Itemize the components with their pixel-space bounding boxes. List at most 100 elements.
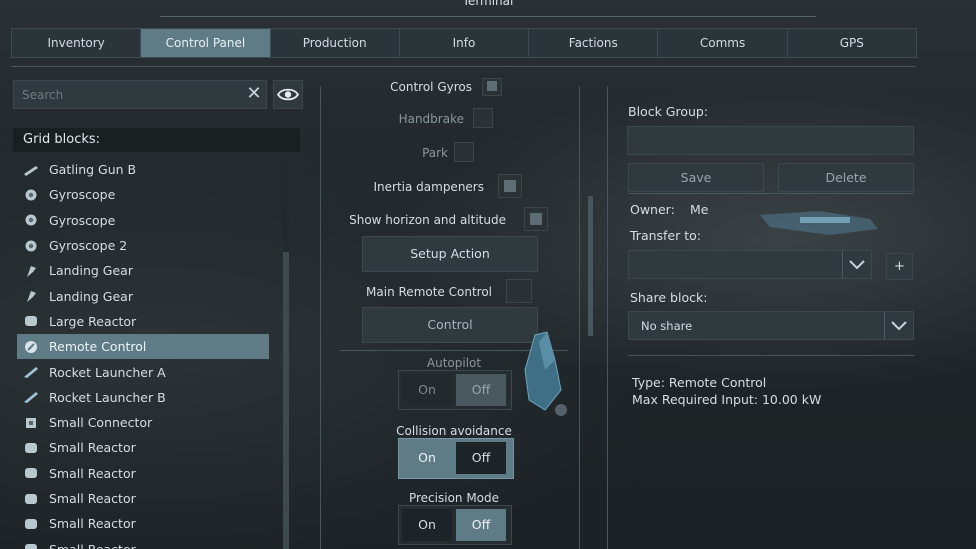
tab-inventory[interactable]: Inventory — [12, 29, 142, 57]
grid-block-item[interactable]: Rocket Launcher A — [17, 359, 269, 384]
collision-avoidance-toggle: On Off — [398, 438, 514, 479]
reactor-icon — [25, 544, 37, 549]
grid-block-label: Rocket Launcher B — [49, 389, 166, 405]
grid-block-label: Landing Gear — [49, 263, 133, 279]
block-group-label: Block Group: — [628, 104, 709, 119]
grid-block-label: Small Reactor — [49, 542, 136, 549]
grid-block-item[interactable]: Small Reactor — [17, 435, 269, 460]
grid-block-label: Large Reactor — [49, 313, 137, 329]
handbrake-label: Handbrake — [398, 112, 464, 126]
grid-block-item[interactable]: Gyroscope 2 — [17, 233, 269, 258]
autopilot-off-button[interactable]: Off — [456, 374, 506, 406]
search-input[interactable] — [14, 81, 237, 108]
grid-block-item[interactable]: Small Reactor — [17, 486, 269, 511]
grid-block-label: Gyroscope — [49, 187, 116, 203]
grid-block-label: Landing Gear — [49, 288, 133, 304]
grid-block-item[interactable]: Landing Gear — [17, 283, 269, 308]
block-type-text: Type: Remote Control — [632, 375, 767, 390]
grid-block-item[interactable]: Gyroscope — [17, 208, 269, 233]
grid-block-item[interactable]: Landing Gear — [17, 258, 269, 283]
show-horizon-label: Show horizon and altitude — [349, 213, 506, 227]
inertia-dampeners-checkbox[interactable] — [498, 174, 522, 198]
precision-mode-toggle: On Off — [398, 505, 512, 545]
grid-block-item[interactable]: Remote Control — [17, 334, 269, 360]
delete-button[interactable]: Delete — [778, 163, 914, 192]
grid-block-item[interactable]: Small Connector — [17, 410, 269, 435]
tab-bar: Inventory Control Panel Production Info … — [11, 28, 917, 58]
precision-off-button[interactable]: Off — [456, 509, 506, 541]
save-button[interactable]: Save — [628, 163, 764, 192]
tabs-divider — [11, 66, 915, 67]
gyroscope-icon — [25, 189, 37, 201]
rocket-icon — [24, 367, 38, 379]
grid-block-label: Remote Control — [49, 339, 147, 355]
share-block-dropdown[interactable]: No share — [628, 311, 914, 340]
right-panel-border — [607, 86, 608, 549]
add-transfer-button[interactable]: + — [886, 253, 913, 280]
tab-factions[interactable]: Factions — [529, 29, 659, 57]
window-title: Terminal — [462, 0, 514, 8]
grid-block-label: Small Reactor — [49, 516, 136, 532]
main-remote-control-label: Main Remote Control — [366, 285, 492, 299]
control-button[interactable]: Control — [362, 307, 538, 343]
tab-gps[interactable]: GPS — [788, 29, 916, 57]
grid-block-label: Small Reactor — [49, 440, 136, 456]
grid-block-item[interactable]: Small Reactor — [17, 536, 269, 549]
connector-icon — [26, 417, 36, 428]
setup-action-button[interactable]: Setup Action — [362, 236, 538, 272]
control-gyros-checkbox[interactable] — [482, 78, 502, 96]
autopilot-on-button[interactable]: On — [402, 374, 452, 406]
clear-search-icon[interactable]: ✕ — [244, 84, 264, 104]
control-gyros-label: Control Gyros — [390, 80, 472, 94]
transfer-to-dropdown[interactable] — [628, 250, 872, 279]
max-input-text: Max Required Input: 10.00 kW — [632, 392, 822, 407]
show-hidden-button[interactable] — [273, 80, 303, 109]
ship-background-image — [760, 211, 878, 235]
grid-block-label: Small Reactor — [49, 491, 136, 506]
owner-label: Owner: — [630, 202, 675, 217]
landing-gear-icon — [27, 291, 36, 303]
collision-off-button[interactable]: Off — [456, 442, 506, 474]
share-block-value: No share — [641, 319, 693, 333]
middle-scrollbar-thumb[interactable] — [588, 196, 593, 336]
tab-production[interactable]: Production — [271, 29, 400, 57]
grid-block-label: Rocket Launcher A — [49, 364, 166, 380]
main-remote-control-checkbox[interactable] — [506, 279, 532, 303]
tab-info[interactable]: Info — [400, 29, 530, 57]
reactor-icon — [25, 518, 37, 529]
reactor-icon — [25, 468, 37, 479]
reactor-icon — [25, 442, 37, 453]
share-block-label: Share block: — [630, 290, 708, 305]
list-scrollbar-thumb[interactable] — [283, 252, 289, 549]
handbrake-checkbox[interactable] — [473, 108, 493, 128]
grid-block-item[interactable]: Large Reactor — [17, 309, 269, 334]
grid-block-item[interactable]: Small Reactor — [17, 461, 269, 486]
tab-comms[interactable]: Comms — [658, 29, 788, 57]
gyroscope-icon — [25, 240, 37, 252]
inertia-dampeners-label: Inertia dampeners — [373, 180, 484, 194]
remote-control-icon — [25, 340, 37, 353]
eye-icon — [276, 88, 300, 101]
grid-block-list: Gatling Gun B Gyroscope Gyroscope Gyroscope… — [17, 157, 269, 549]
middle-panel-border — [320, 86, 321, 549]
owner-value: Me — [690, 202, 709, 217]
grid-block-item[interactable]: Small Reactor — [17, 511, 269, 536]
park-checkbox[interactable] — [454, 142, 474, 162]
landing-gear-icon — [27, 265, 36, 277]
ship-model-image — [524, 331, 567, 416]
buttons-divider — [628, 193, 914, 194]
collision-on-button[interactable]: On — [402, 442, 452, 474]
grid-block-label: Small Connector — [49, 415, 153, 431]
search-box: ✕ — [13, 80, 267, 109]
block-group-input[interactable] — [627, 126, 914, 155]
precision-on-button[interactable]: On — [402, 509, 452, 541]
grid-block-item[interactable]: Rocket Launcher B — [17, 385, 269, 410]
grid-block-label: Small Reactor — [49, 465, 136, 481]
grid-block-item[interactable]: Gyroscope — [17, 182, 269, 207]
grid-block-item[interactable]: Gatling Gun B — [17, 157, 269, 182]
info-divider — [628, 355, 914, 356]
show-horizon-checkbox[interactable] — [524, 207, 548, 231]
gun-icon — [24, 165, 38, 176]
tab-control-panel[interactable]: Control Panel — [141, 29, 271, 57]
middle-panel-border — [579, 86, 580, 549]
